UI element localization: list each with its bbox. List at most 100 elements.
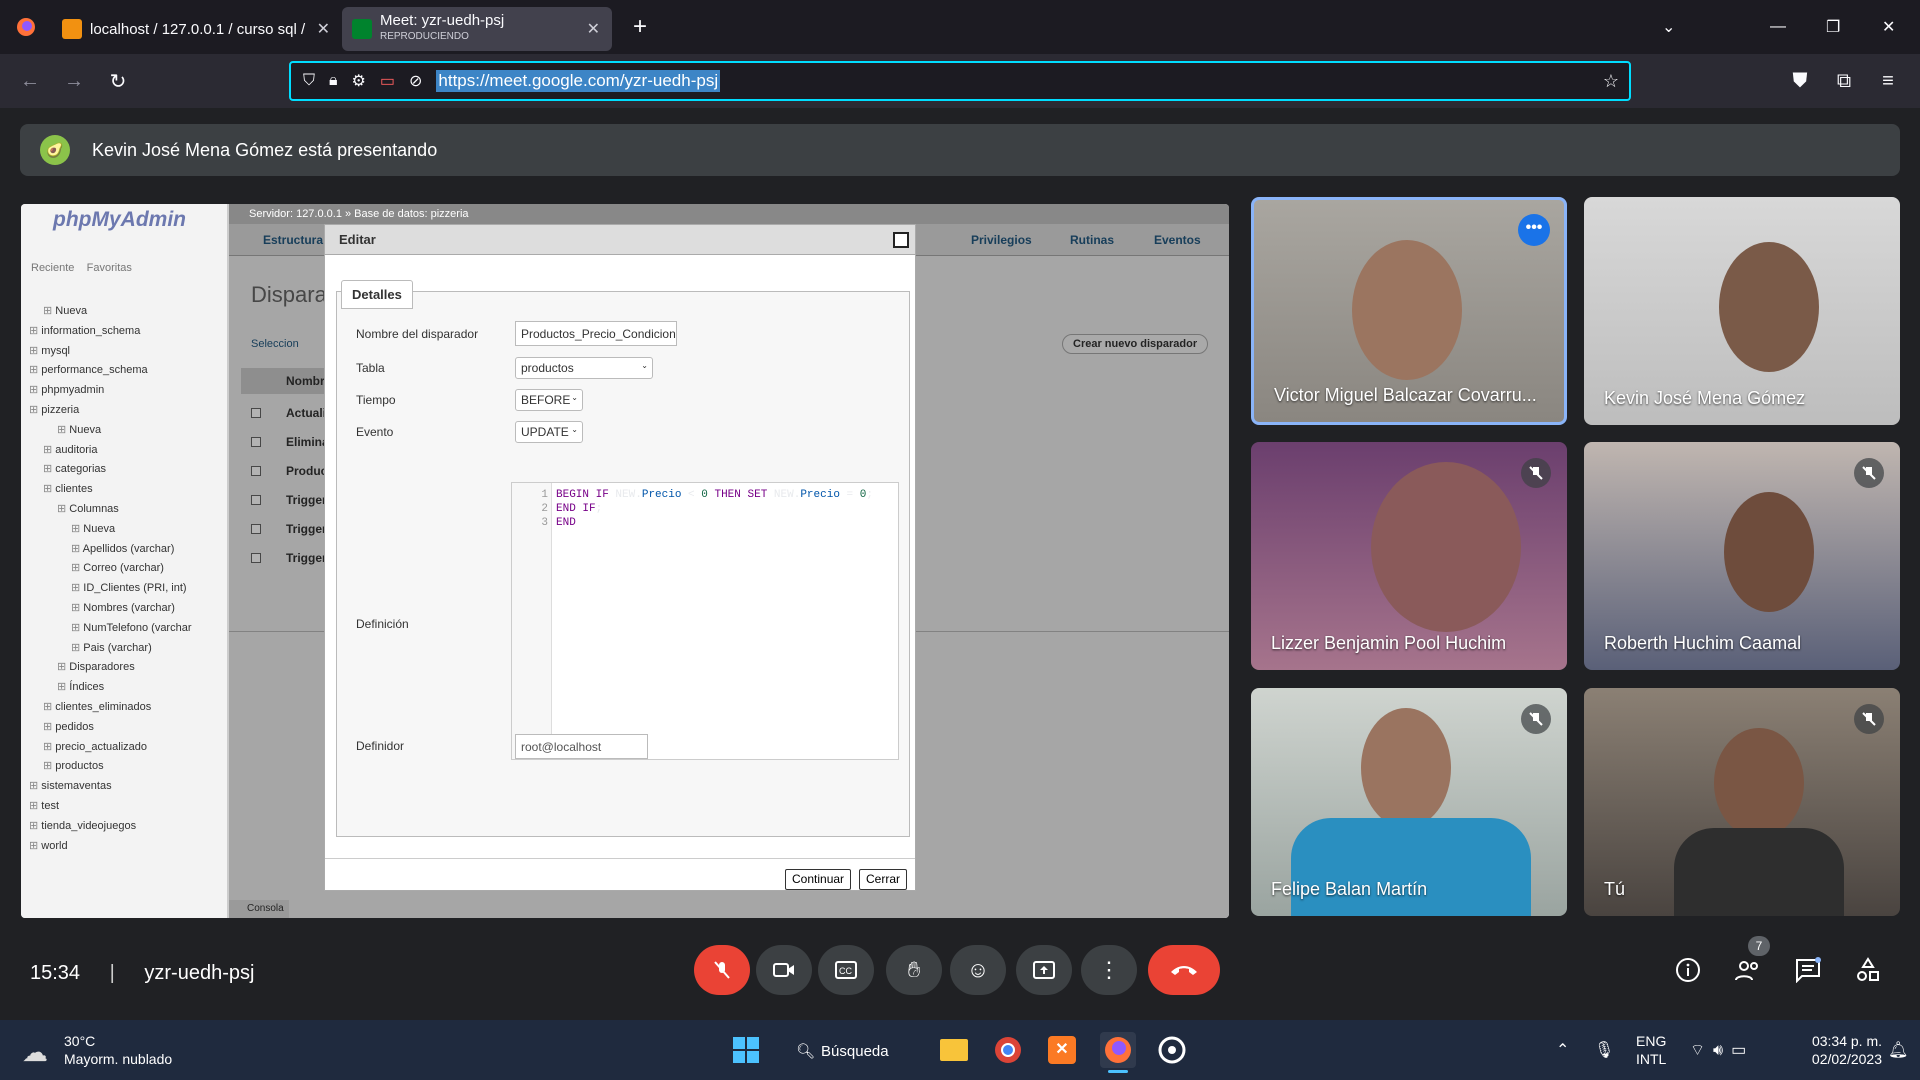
clock[interactable]: 03:34 p. m. 02/02/2023 — [1786, 1032, 1882, 1068]
forward-button[interactable]: → — [52, 61, 96, 101]
definition-code-editor[interactable]: 1 2 3 BEGIN IF NEW.Precio < 0 THEN SET N… — [511, 482, 899, 760]
tree-node-icon[interactable]: ⊞ — [43, 760, 55, 772]
tree-node-icon[interactable]: ⊞ — [43, 463, 55, 475]
tree-node-icon[interactable]: ⊞ — [43, 444, 55, 456]
restore-button[interactable]: ❐ — [1826, 0, 1840, 54]
url-text[interactable]: https://meet.google.com/yzr-uedh-psj — [436, 70, 721, 92]
leave-call-button[interactable] — [1148, 945, 1220, 995]
mic-off-button[interactable] — [694, 945, 750, 995]
tree-node-icon[interactable]: ⊞ — [43, 305, 55, 317]
tree-item[interactable]: ⊞ NumTelefono (varchar — [29, 619, 192, 639]
tree-node-icon[interactable]: ⊞ — [43, 701, 55, 713]
tree-item[interactable]: ⊞ categorias — [29, 460, 192, 480]
permissions-icon[interactable]: ⚙ — [352, 71, 366, 91]
url-bar[interactable]: ⛉ 🔒︎ ⚙ ▭ ⊘ https://meet.google.com/yzr-u… — [289, 61, 1631, 101]
tree-node-icon[interactable]: ⊞ — [57, 661, 69, 673]
tree-item[interactable]: ⊞ world — [29, 837, 192, 857]
tree-node-icon[interactable]: ⊞ — [71, 602, 83, 614]
obs-icon[interactable] — [1154, 1032, 1190, 1068]
chrome-icon[interactable] — [990, 1032, 1026, 1068]
search-button[interactable]: 🔍︎ Búsqueda — [796, 1036, 906, 1066]
tree-item[interactable]: ⊞ ID_Clientes (PRI, int) — [29, 579, 192, 599]
xampp-icon[interactable]: ✕ — [1044, 1032, 1080, 1068]
reactions-button[interactable]: ☺ — [950, 945, 1006, 995]
tree-node-icon[interactable]: ⊞ — [57, 681, 69, 693]
tab-meet[interactable]: Meet: yzr-uedh-psj REPRODUCIENDO ✕ — [342, 7, 612, 51]
definer-input[interactable]: root@localhost — [515, 734, 648, 759]
tree-item[interactable]: ⊞ tienda_videojuegos — [29, 817, 192, 837]
system-tray[interactable]: ⌔🔊︎▭ — [1690, 1040, 1754, 1060]
firefox-taskbar-icon[interactable] — [1100, 1032, 1136, 1068]
tree-item[interactable]: ⊞ clientes — [29, 480, 192, 500]
pocket-icon[interactable]: ⛊ — [1778, 61, 1822, 101]
back-button[interactable]: ← — [8, 61, 52, 101]
favorites-link[interactable]: Favoritas — [87, 262, 132, 274]
tree-node-icon[interactable]: ⊞ — [29, 404, 41, 416]
present-button[interactable] — [1016, 945, 1072, 995]
raise-hand-button[interactable]: ✋︎ — [886, 945, 942, 995]
tree-item[interactable]: ⊞ Nueva — [29, 520, 192, 540]
tree-node-icon[interactable]: ⊞ — [29, 800, 41, 812]
tree-item[interactable]: ⊞ Apellidos (varchar) — [29, 540, 192, 560]
tree-item[interactable]: ⊞ information_schema — [29, 322, 192, 342]
continue-button[interactable]: Continuar — [785, 869, 852, 890]
camera-sharing-icon[interactable]: ▭ — [380, 71, 395, 91]
tree-node-icon[interactable]: ⊞ — [71, 642, 83, 654]
bookmark-star-icon[interactable]: ☆ — [1603, 71, 1619, 92]
tree-item[interactable]: ⊞ Columnas — [29, 500, 192, 520]
tree-node-icon[interactable]: ⊞ — [71, 582, 83, 594]
lock-icon[interactable]: 🔒︎ — [329, 72, 338, 90]
close-tab-icon[interactable]: ✕ — [317, 19, 330, 39]
close-window-button[interactable]: ✕ — [1882, 0, 1895, 54]
close-tab-icon[interactable]: ✕ — [587, 19, 600, 39]
tree-node-icon[interactable]: ⊞ — [71, 543, 83, 555]
tree-item[interactable]: ⊞ Pais (varchar) — [29, 639, 192, 659]
tree-item[interactable]: ⊞ Nueva — [29, 421, 192, 441]
tree-item[interactable]: ⊞ performance_schema — [29, 361, 192, 381]
tree-node-icon[interactable]: ⊞ — [29, 364, 41, 376]
shield-icon[interactable]: ⛉ — [303, 72, 315, 90]
activities-button[interactable] — [1850, 952, 1886, 988]
tree-node-icon[interactable]: ⊞ — [57, 424, 69, 436]
participant-tile[interactable]: Kevin José Mena Gómez — [1584, 197, 1900, 425]
people-button[interactable] — [1730, 952, 1766, 988]
tree-item[interactable]: ⊞ productos — [29, 757, 192, 777]
tree-node-icon[interactable]: ⊞ — [57, 503, 69, 515]
participant-tile[interactable]: Roberth Huchim Caamal — [1584, 442, 1900, 670]
captions-button[interactable]: CC — [818, 945, 874, 995]
mic-blocked-icon[interactable]: ⊘ — [409, 71, 422, 91]
recent-link[interactable]: Reciente — [31, 262, 74, 274]
tree-item[interactable]: ⊞ test — [29, 797, 192, 817]
tree-node-icon[interactable]: ⊞ — [29, 780, 41, 792]
tree-item[interactable]: ⊞ Correo (varchar) — [29, 559, 192, 579]
start-button[interactable] — [728, 1032, 764, 1068]
participant-tile[interactable]: Tú — [1584, 688, 1900, 916]
tree-item[interactable]: ⊞ mysql — [29, 342, 192, 362]
tree-node-icon[interactable]: ⊞ — [71, 622, 83, 634]
tree-node-icon[interactable]: ⊞ — [43, 721, 55, 733]
tree-item[interactable]: ⊞ Nueva — [29, 302, 192, 322]
reload-button[interactable]: ↻ — [96, 61, 140, 101]
tree-item[interactable]: ⊞ sistemaventas — [29, 777, 192, 797]
list-all-tabs-icon[interactable]: ⌄ — [1662, 0, 1675, 54]
tree-node-icon[interactable]: ⊞ — [29, 325, 41, 337]
time-select[interactable]: BEFORE ⌄ — [515, 389, 583, 411]
close-button[interactable]: Cerrar — [859, 869, 908, 890]
tree-node-icon[interactable]: ⊞ — [29, 840, 41, 852]
minimize-button[interactable]: — — [1770, 0, 1786, 54]
more-options-button[interactable]: ⋮ — [1081, 945, 1137, 995]
notifications-icon[interactable]: 🔔︎ — [1888, 1040, 1908, 1060]
tree-node-icon[interactable]: ⊞ — [43, 483, 55, 495]
tree-item[interactable]: ⊞ precio_actualizado — [29, 738, 192, 758]
new-tab-button[interactable]: + — [620, 13, 660, 41]
chat-button[interactable] — [1790, 952, 1826, 988]
menu-icon[interactable]: ≡ — [1866, 61, 1910, 101]
file-explorer-icon[interactable] — [936, 1032, 972, 1068]
tree-node-icon[interactable]: ⊞ — [43, 741, 55, 753]
tab-phpmyadmin[interactable]: localhost / 127.0.0.1 / curso sql / ✕ — [52, 7, 342, 51]
tree-node-icon[interactable]: ⊞ — [71, 523, 83, 535]
tree-item[interactable]: ⊞ pizzeria — [29, 401, 192, 421]
tree-node-icon[interactable]: ⊞ — [29, 345, 41, 357]
firefox-view-icon[interactable] — [0, 0, 52, 54]
tree-item[interactable]: ⊞ Nombres (varchar) — [29, 599, 192, 619]
